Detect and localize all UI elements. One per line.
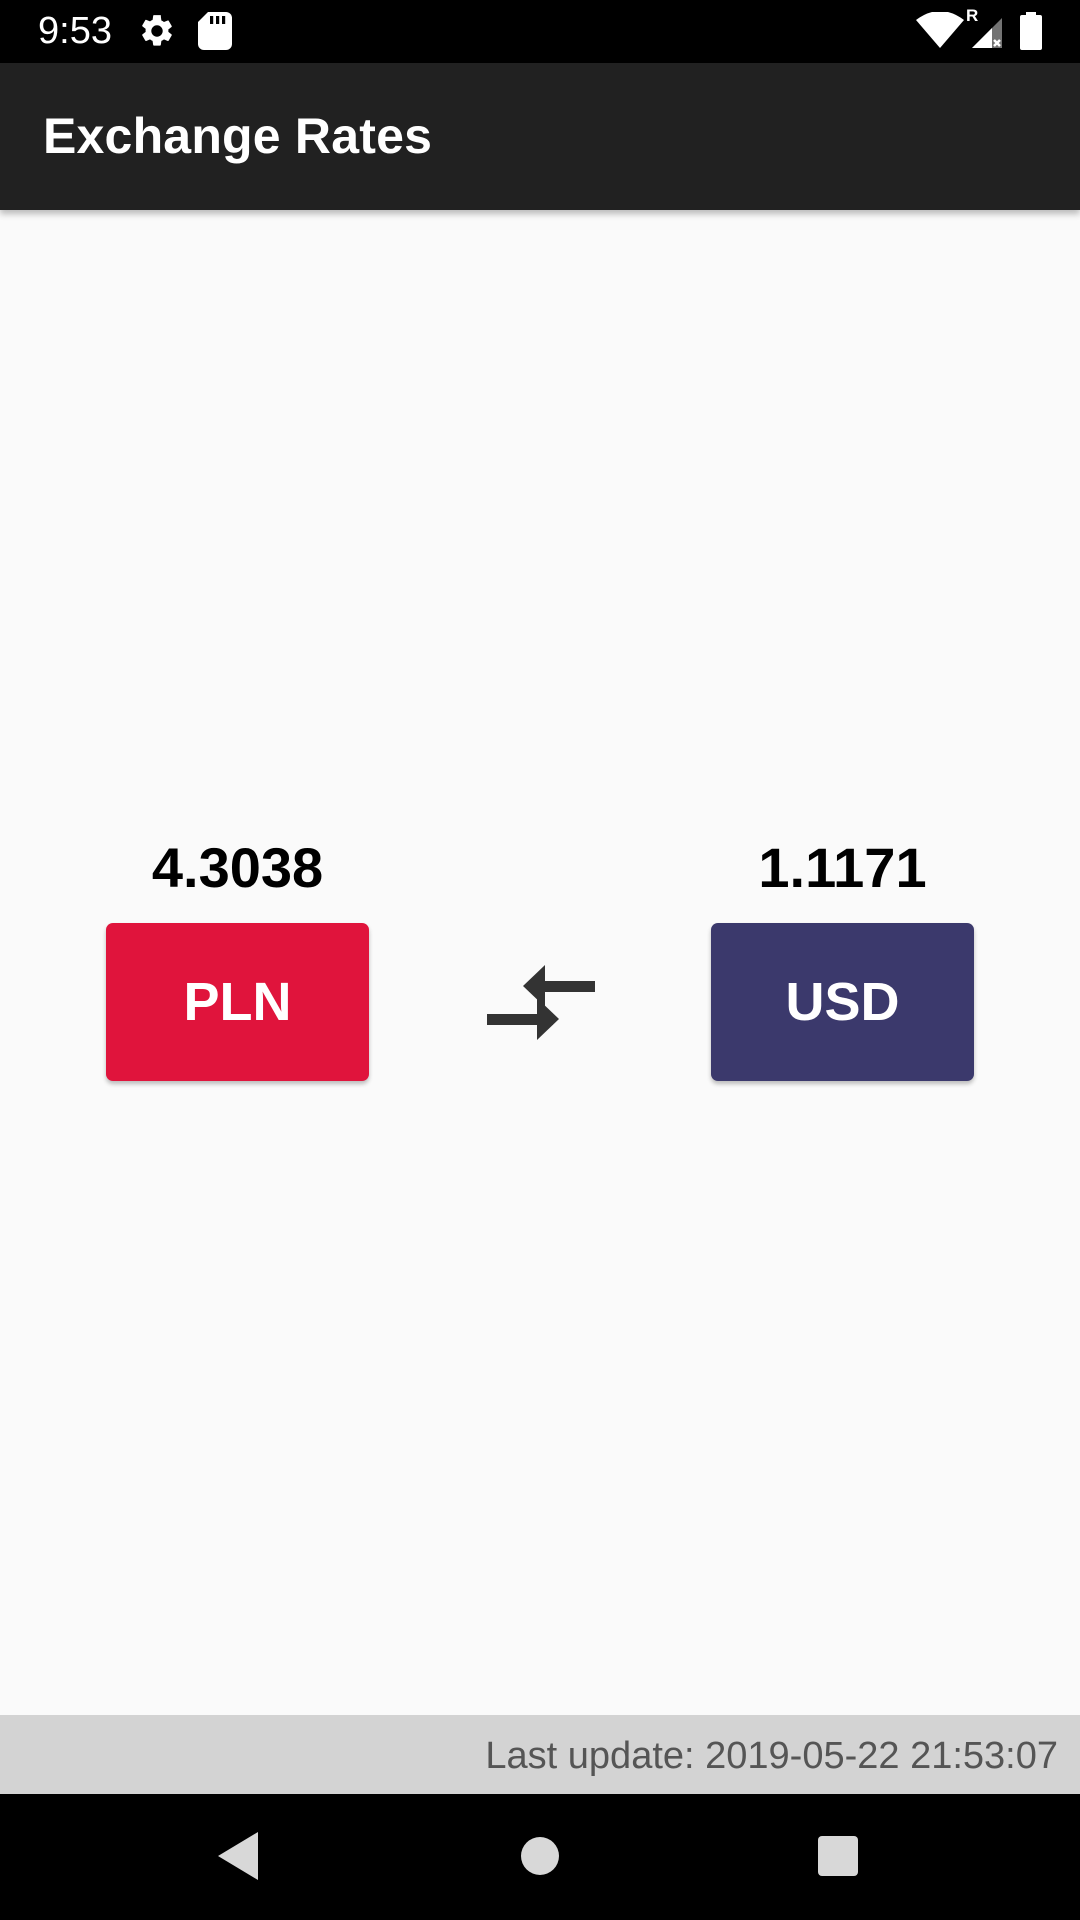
app-title: Exchange Rates: [43, 108, 433, 164]
signal-roaming-icon: R: [966, 6, 1006, 55]
home-icon[interactable]: [510, 1826, 570, 1886]
screen: 9:53 R Exchange Rates 4.3038 1.1171 PLN …: [0, 0, 1080, 1920]
right-rate-value: 1.1171: [758, 836, 927, 899]
left-rate-value: 4.3038: [151, 836, 324, 899]
swap-arrows-icon[interactable]: [485, 963, 597, 1043]
footer: Last update: 2019-05-22 21:53:07: [0, 1715, 1080, 1794]
gear-icon: [138, 12, 176, 55]
app-bar: Exchange Rates: [0, 63, 1080, 210]
status-bar: 9:53 R: [0, 0, 1080, 63]
roaming-label: R: [966, 6, 979, 25]
battery-icon: [1020, 12, 1042, 55]
back-icon[interactable]: [210, 1826, 270, 1886]
last-update-text: Last update: 2019-05-22 21:53:07: [485, 1735, 1058, 1777]
sd-card-icon: [198, 12, 232, 55]
left-currency-button[interactable]: PLN: [106, 923, 369, 1081]
right-currency-button[interactable]: USD: [711, 923, 974, 1081]
recents-icon[interactable]: [808, 1826, 868, 1886]
wifi-icon: [916, 11, 964, 53]
navigation-bar: [0, 1794, 1080, 1920]
status-time: 9:53: [38, 10, 112, 52]
